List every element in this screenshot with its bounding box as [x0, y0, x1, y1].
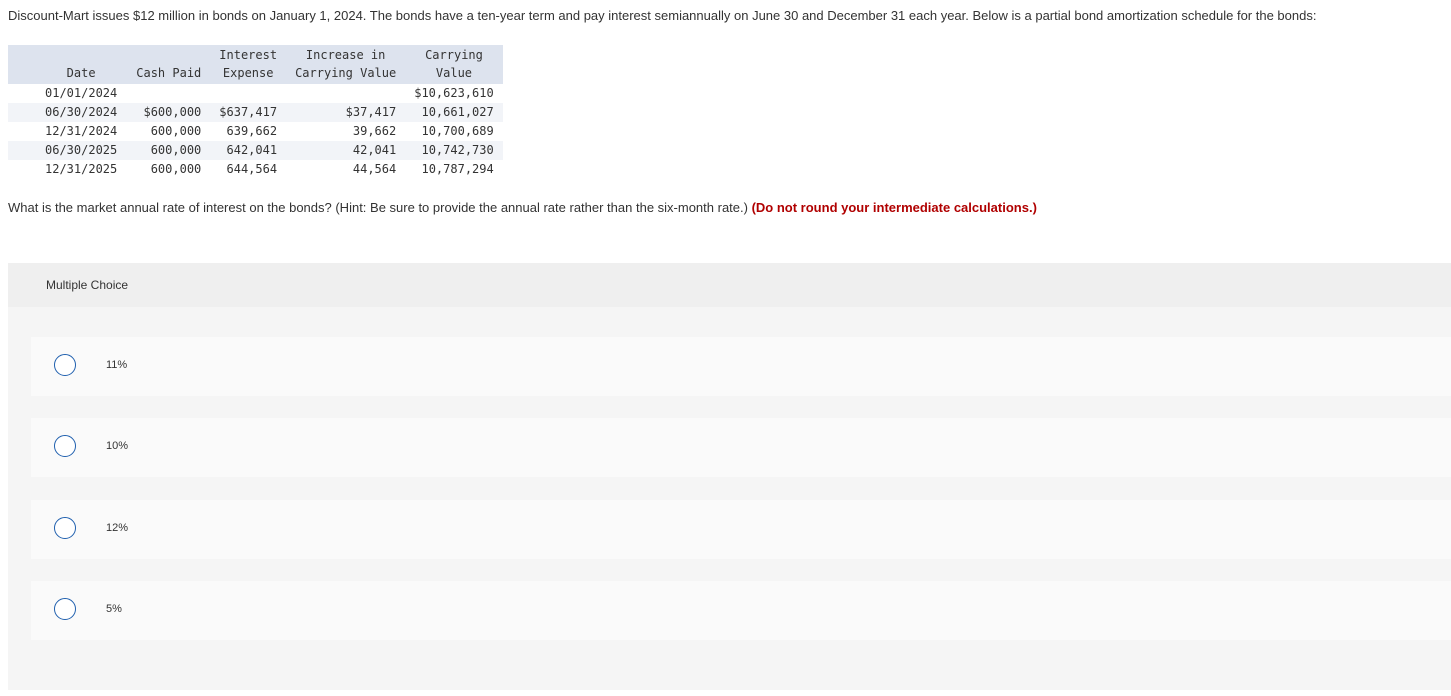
table-cell-carrying-value: 10,787,294: [421, 162, 494, 176]
choice-label: 10%: [106, 440, 129, 452]
radio-button-icon[interactable]: [54, 354, 76, 376]
choice-option-4[interactable]: 5%: [31, 581, 1451, 640]
table-cell-cash-paid: $600,000: [127, 103, 211, 122]
table-cell-interest-expense: 642,041: [210, 141, 287, 160]
column-header-increase-carrying-value: Increase in Carrying Value: [286, 45, 406, 84]
problem-intro: Discount-Mart issues $12 million in bond…: [8, 8, 1317, 23]
table-cell-carrying-value: $10,623,610: [414, 86, 494, 100]
table-cell-cash-paid: 600,000: [127, 141, 211, 160]
table-cell-increase: [286, 84, 405, 103]
table-cell-cash-paid: 600,000: [150, 124, 202, 138]
table-cell-interest-expense: 639,662: [226, 124, 278, 138]
table-cell-interest-expense: [210, 84, 286, 103]
choice-option-2[interactable]: 10%: [31, 418, 1451, 477]
table-cell-date: 12/31/2024: [45, 124, 118, 138]
choice-label: 12%: [106, 522, 129, 534]
choice-label: 11%: [106, 359, 128, 371]
multiple-choice-header: Multiple Choice: [8, 263, 1451, 307]
radio-button-icon[interactable]: [54, 598, 76, 620]
choice-option-1[interactable]: 11%: [31, 337, 1451, 396]
multiple-choice-title: Multiple Choice: [46, 278, 129, 292]
question-text: What is the market annual rate of intere…: [8, 200, 1037, 216]
table-row: 12/31/2025 600,000 644,564 44,564 10,787…: [8, 160, 503, 179]
table-row: 12/31/2024 600,000 639,662 39,662 10,700…: [8, 122, 503, 141]
table-cell-interest-expense: 644,564: [226, 162, 278, 176]
table-cell-increase: 39,662: [352, 124, 397, 138]
table-row: 01/01/2024 $10,623,610: [8, 84, 503, 103]
table-cell-cash-paid: 600,000: [150, 162, 202, 176]
choice-label: 5%: [106, 603, 122, 615]
question-emphasis: (Do not round your intermediate calculat…: [751, 200, 1037, 215]
column-header-cash-paid: Cash Paid: [127, 45, 211, 84]
amortization-schedule-table: Date Cash Paid Interest Expense Increase …: [8, 45, 503, 179]
table-cell-increase: $37,417: [286, 103, 406, 122]
table-cell-carrying-value: 10,700,689: [421, 124, 494, 138]
question-prompt: What is the market annual rate of intere…: [8, 200, 748, 215]
table-cell-carrying-value: 10,661,027: [405, 103, 503, 122]
table-row: 06/30/2025 600,000 642,041 42,041 10,742…: [8, 141, 503, 160]
table-cell-interest-expense: $637,417: [210, 103, 287, 122]
column-header-date: Date: [8, 45, 128, 84]
radio-button-icon[interactable]: [54, 435, 76, 457]
table-cell-increase: 42,041: [286, 141, 406, 160]
table-cell-date: 06/30/2025: [8, 141, 128, 160]
table-cell-increase: 44,564: [352, 162, 397, 176]
table-row: 06/30/2024 $600,000 $637,417 $37,417 10,…: [8, 103, 503, 122]
table-header-row: Date Cash Paid Interest Expense Increase …: [8, 45, 503, 84]
table-cell-carrying-value: 10,742,730: [405, 141, 503, 160]
radio-button-icon[interactable]: [54, 517, 76, 539]
table-cell-date: 06/30/2024: [8, 103, 128, 122]
multiple-choice-panel: Multiple Choice 11% 10% 12% 5%: [8, 263, 1451, 690]
table-cell-cash-paid: [127, 84, 210, 103]
choice-option-3[interactable]: 12%: [31, 500, 1451, 559]
table-cell-date: 01/01/2024: [45, 86, 118, 100]
column-header-carrying-value: Carrying Value: [405, 45, 503, 84]
column-header-interest-expense: Interest Expense: [210, 45, 287, 84]
table-cell-date: 12/31/2025: [45, 162, 118, 176]
